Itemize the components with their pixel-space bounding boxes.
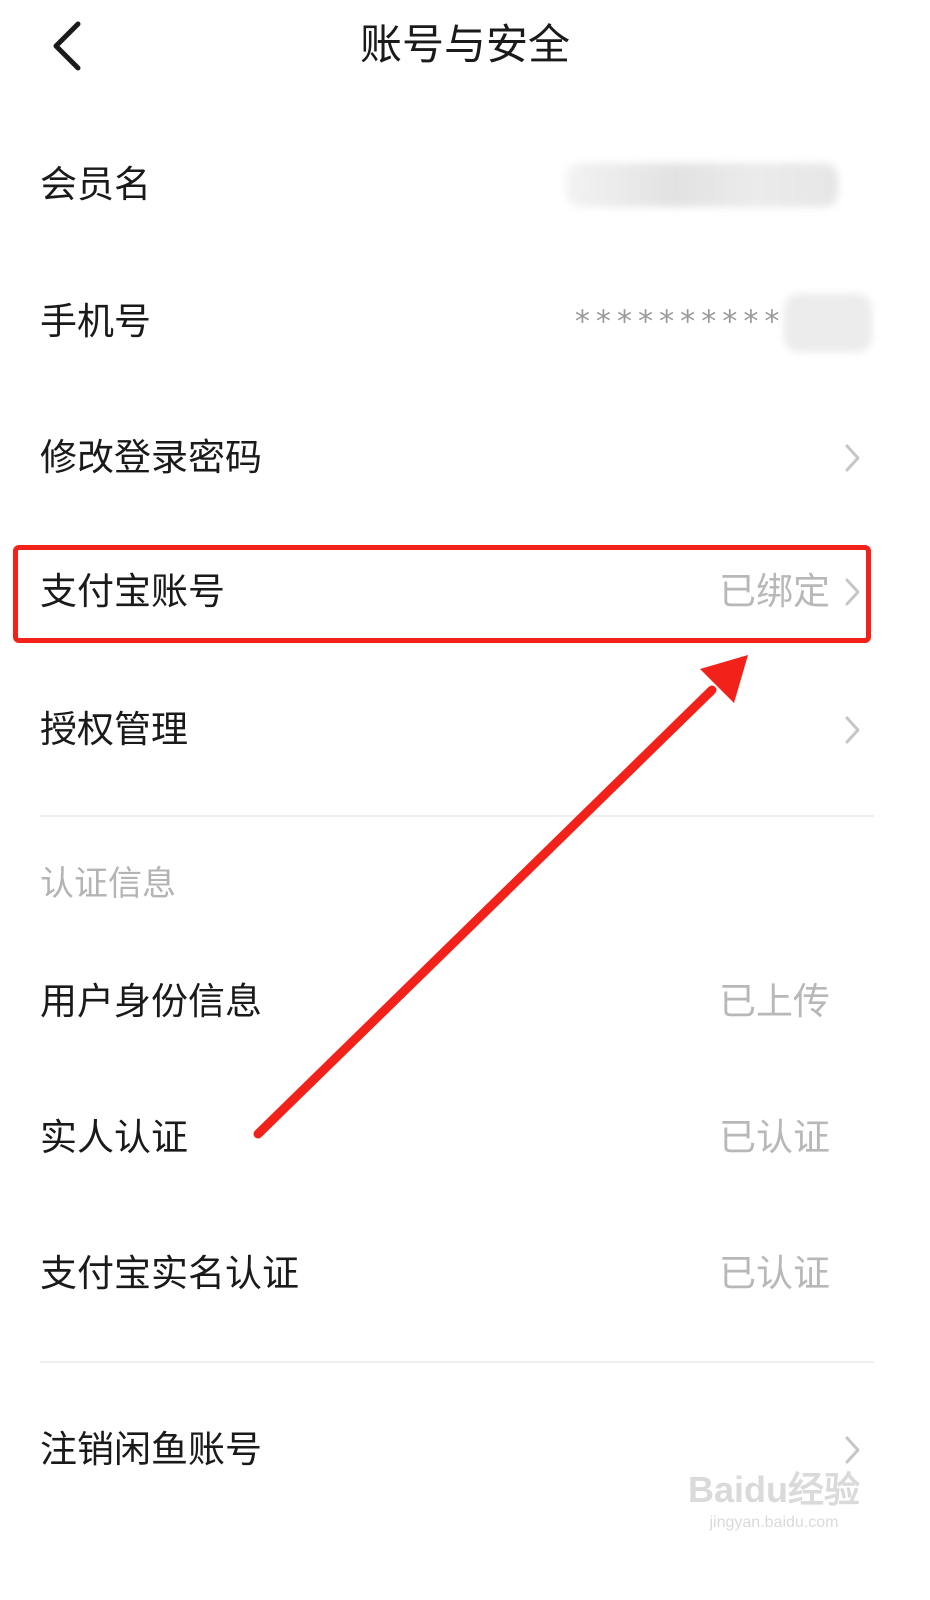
authorization-row[interactable]: 授权管理 — [0, 670, 930, 790]
chevron-right-icon — [845, 1436, 860, 1464]
identity-info-label: 用户身份信息 — [40, 980, 262, 1023]
baidu-jingyan-watermark: Baidu经验 jingyan.baidu.com — [688, 1468, 860, 1534]
phone-value-redacted — [784, 294, 872, 352]
member-name-label: 会员名 — [40, 163, 151, 206]
alipay-account-status: 已绑定 — [719, 570, 830, 613]
section-title: 认证信息 — [40, 864, 176, 904]
cancel-account-label: 注销闲鱼账号 — [40, 1428, 262, 1471]
alipay-realname-row[interactable]: 支付宝实名认证 已认证 — [0, 1214, 930, 1334]
alipay-realname-status: 已认证 — [719, 1252, 830, 1295]
page-title: 账号与安全 — [359, 20, 570, 69]
alipay-account-row[interactable]: 支付宝账号 已绑定 — [0, 532, 930, 652]
real-person-status: 已认证 — [719, 1116, 830, 1159]
watermark-sub: jingyan.baidu.com — [709, 1514, 839, 1531]
member-name-row: 会员名 — [0, 125, 930, 245]
divider — [40, 1361, 874, 1363]
member-name-value-redacted — [566, 163, 838, 207]
phone-label: 手机号 — [40, 300, 151, 343]
chevron-right-icon — [845, 578, 860, 606]
change-password-label: 修改登录密码 — [40, 436, 262, 479]
alipay-account-label: 支付宝账号 — [40, 570, 225, 613]
authorization-label: 授权管理 — [40, 708, 188, 751]
change-password-row[interactable]: 修改登录密码 — [0, 398, 930, 518]
real-person-row[interactable]: 实人认证 已认证 — [0, 1078, 930, 1198]
chevron-right-icon — [845, 444, 860, 472]
identity-info-status: 已上传 — [719, 980, 830, 1023]
identity-info-row[interactable]: 用户身份信息 已上传 — [0, 942, 930, 1062]
nav-header: 账号与安全 — [0, 0, 930, 96]
real-person-label: 实人认证 — [40, 1116, 188, 1159]
phone-row: 手机号 ********** — [0, 262, 930, 382]
alipay-realname-label: 支付宝实名认证 — [40, 1252, 299, 1295]
divider — [40, 815, 874, 817]
phone-value: ********** — [573, 304, 784, 340]
watermark-main: Baidu经验 — [687, 1469, 860, 1510]
chevron-right-icon — [845, 716, 860, 744]
